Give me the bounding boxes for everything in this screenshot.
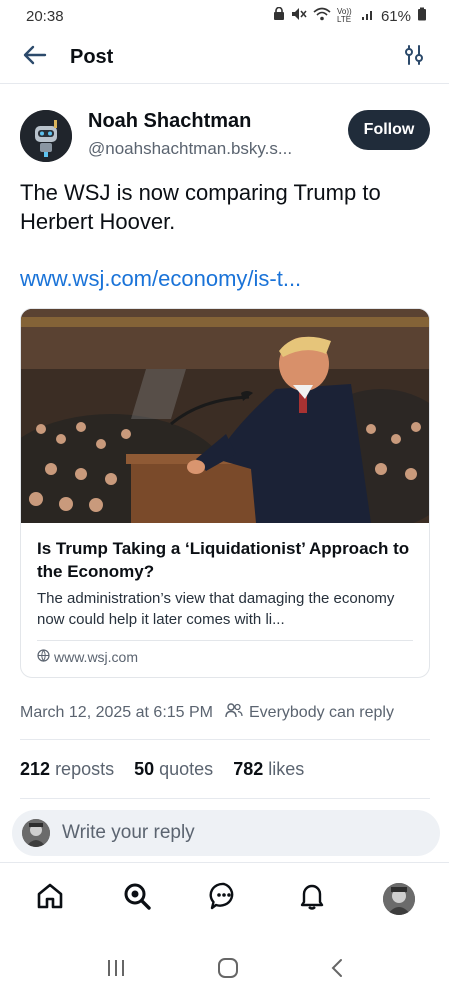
divider	[20, 798, 430, 799]
reply-input[interactable]: Write your reply	[12, 810, 440, 856]
post-timestamp: March 12, 2025 at 6:15 PM	[20, 703, 213, 721]
link-card[interactable]: Is Trump Taking a ‘Liquidationist’ Appro…	[20, 308, 430, 678]
bottom-nav	[0, 862, 449, 934]
battery-percent: 61%	[380, 7, 411, 25]
reply-placeholder: Write your reply	[62, 822, 195, 843]
signal-icon	[361, 7, 375, 25]
home-button[interactable]	[217, 957, 239, 984]
card-description: The administration’s view that damaging …	[37, 590, 395, 628]
nav-profile[interactable]	[377, 877, 421, 921]
author-avatar[interactable]	[20, 110, 72, 162]
home-circle-icon	[217, 957, 239, 983]
likes-stat[interactable]: 782 likes	[233, 759, 304, 780]
recents-button[interactable]	[106, 959, 126, 982]
search-icon	[122, 881, 152, 916]
status-time: 20:38	[26, 7, 64, 25]
user-avatar	[22, 819, 50, 847]
sliders-icon	[403, 44, 425, 71]
author-row: Noah Shachtman @noahshachtman.bsky.s... …	[20, 100, 430, 166]
status-bar: 20:38 Vo)) LTE 61%	[0, 0, 449, 32]
nav-notifications[interactable]	[290, 877, 334, 921]
follow-button[interactable]: Follow	[348, 110, 430, 150]
recents-icon	[106, 959, 126, 981]
reply-setting-label: Everybody can reply	[249, 703, 394, 721]
wifi-icon	[313, 7, 331, 25]
chevron-left-icon	[330, 958, 344, 982]
card-domain-row: www.wsj.com	[37, 649, 413, 665]
system-navigation	[0, 940, 449, 1000]
home-icon	[35, 881, 65, 916]
card-image	[21, 309, 429, 523]
mute-icon	[291, 7, 307, 25]
people-icon	[225, 702, 243, 723]
nav-chat[interactable]	[202, 877, 246, 921]
author-name[interactable]: Noah Shachtman	[88, 110, 348, 133]
thread-options-button[interactable]	[399, 43, 429, 73]
lock-icon	[273, 6, 285, 25]
card-domain: www.wsj.com	[54, 649, 139, 665]
battery-icon	[417, 7, 427, 25]
nav-home[interactable]	[28, 877, 72, 921]
author-info: Noah Shachtman @noahshachtman.bsky.s...	[88, 100, 348, 159]
card-divider	[37, 640, 413, 641]
app-header: Post	[0, 32, 449, 84]
back-button[interactable]	[20, 43, 50, 73]
card-title: Is Trump Taking a ‘Liquidationist’ Appro…	[37, 539, 410, 581]
author-handle[interactable]: @noahshachtman.bsky.s...	[88, 139, 348, 159]
quotes-stat[interactable]: 50 quotes	[134, 759, 213, 780]
bell-icon	[297, 881, 327, 916]
profile-avatar	[383, 882, 416, 915]
reply-setting: Everybody can reply	[225, 702, 394, 723]
status-icons: Vo)) LTE 61%	[273, 6, 427, 25]
card-body: Is Trump Taking a ‘Liquidationist’ Appro…	[21, 523, 429, 677]
post-meta: March 12, 2025 at 6:15 PM Everybody can …	[20, 702, 430, 723]
nav-search[interactable]	[115, 877, 159, 921]
globe-icon	[37, 649, 50, 665]
post-text: The WSJ is now comparing Trump to Herber…	[20, 180, 381, 234]
post-link[interactable]: www.wsj.com/economy/is-t...	[20, 266, 430, 292]
network-label: Vo)) LTE	[336, 7, 352, 24]
chat-icon	[209, 881, 239, 916]
post: Noah Shachtman @noahshachtman.bsky.s... …	[20, 100, 430, 799]
system-back-button[interactable]	[330, 958, 344, 983]
page-title: Post	[70, 46, 114, 68]
post-stats: 212 reposts 50 quotes 782 likes	[20, 740, 430, 798]
reposts-stat[interactable]: 212 reposts	[20, 759, 114, 780]
arrow-left-icon	[23, 45, 47, 70]
